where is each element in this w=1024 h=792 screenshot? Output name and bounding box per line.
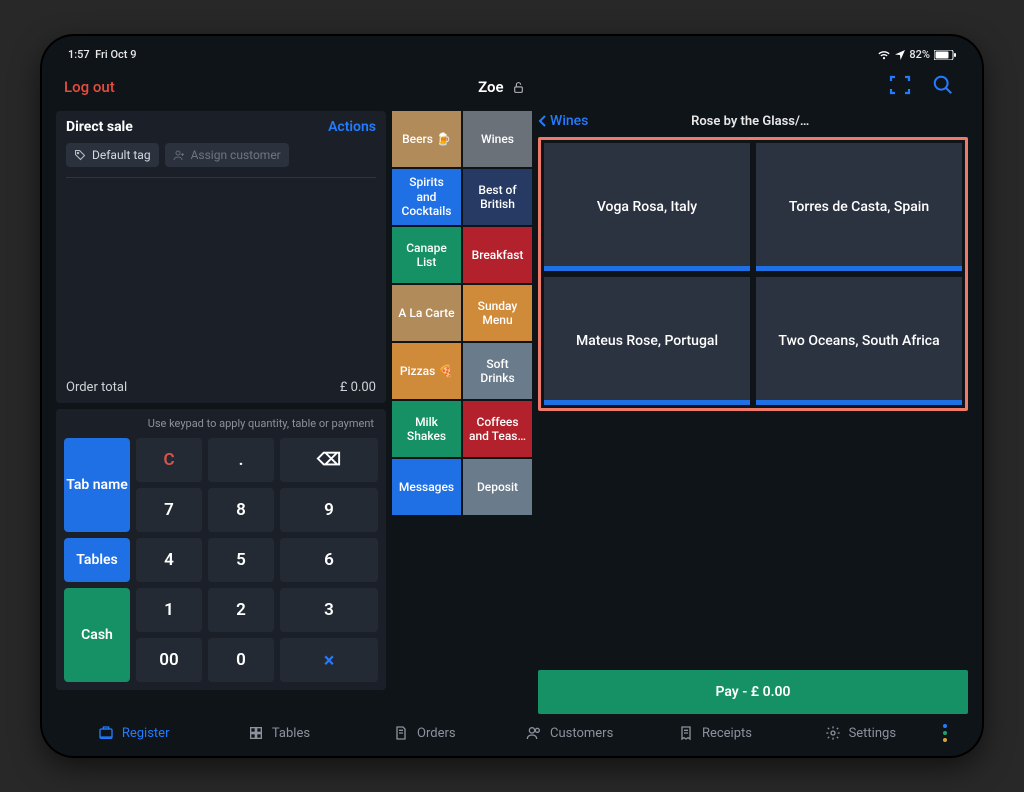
status-right: 82% (877, 48, 956, 61)
search-button[interactable] (932, 74, 954, 100)
key-1[interactable]: 1 (136, 588, 202, 632)
sale-title: Direct sale (66, 119, 133, 135)
key-00[interactable]: 00 (136, 638, 202, 682)
product-torres[interactable]: Torres de Casta, Spain (756, 143, 962, 271)
customers-icon (526, 725, 542, 741)
key-3[interactable]: 3 (280, 588, 378, 632)
dot-icon (943, 724, 947, 728)
nav-settings[interactable]: Settings (791, 725, 930, 741)
status-left: 1:57 Fri Oct 9 (68, 48, 136, 61)
tables-icon (248, 725, 264, 741)
nav-customers[interactable]: Customers (500, 725, 639, 741)
nav-register[interactable]: Register (64, 725, 203, 741)
cat-canape[interactable]: Canape List (392, 227, 461, 283)
dot-icon (943, 738, 947, 742)
order-total-label: Order total (66, 380, 127, 395)
nav-tables-label: Tables (272, 726, 310, 741)
cat-pizzas[interactable]: Pizzas 🍕 (392, 343, 461, 399)
gear-icon (825, 725, 841, 741)
nav-receipts[interactable]: Receipts (645, 725, 784, 741)
key-9[interactable]: 9 (280, 488, 378, 532)
bottom-nav: Register Tables Orders Customers Receipt… (56, 714, 968, 742)
cat-coffees[interactable]: Coffees and Teas… (463, 401, 532, 457)
key-6[interactable]: 6 (280, 538, 378, 582)
cat-wines[interactable]: Wines (463, 111, 532, 167)
logout-button[interactable]: Log out (64, 78, 115, 96)
battery-percent: 82% (909, 48, 930, 61)
register-icon (98, 725, 114, 741)
nav-settings-label: Settings (849, 726, 896, 741)
order-total-value: £ 0.00 (340, 380, 376, 395)
app-title: Zoe (478, 78, 524, 96)
pay-button[interactable]: Pay - £ 0.00 (538, 670, 968, 714)
dot-icon (943, 731, 947, 735)
product-mateus[interactable]: Mateus Rose, Portugal (544, 277, 750, 405)
status-time: 1:57 (68, 48, 90, 61)
sale-panel: Direct sale Actions Default tag Assign c… (56, 111, 386, 403)
cat-milkshakes[interactable]: Milk Shakes (392, 401, 461, 457)
orders-icon (393, 725, 409, 741)
cat-beers[interactable]: Beers 🍺 (392, 111, 461, 167)
key-cash[interactable]: Cash (64, 588, 130, 682)
key-8[interactable]: 8 (208, 488, 274, 532)
current-user: Zoe (478, 78, 503, 96)
breadcrumb: Wines Rose by the Glass/… (538, 111, 968, 131)
location-icon (895, 50, 905, 60)
key-dot[interactable]: . (208, 438, 274, 482)
scan-button[interactable] (888, 73, 912, 101)
receipts-icon (678, 725, 694, 741)
chevron-left-icon (538, 115, 546, 127)
key-tab-name[interactable]: Tab name (64, 438, 130, 532)
category-grid: Beers 🍺 Wines Spirits and Cocktails Best… (392, 111, 532, 714)
breadcrumb-back[interactable]: Wines (538, 113, 588, 129)
default-tag-label: Default tag (92, 148, 151, 162)
keypad-panel: Use keypad to apply quantity, table or p… (56, 409, 386, 690)
nav-receipts-label: Receipts (702, 726, 752, 741)
scan-icon (888, 73, 912, 97)
nav-more[interactable] (936, 724, 960, 742)
nav-orders[interactable]: Orders (355, 725, 494, 741)
product-frame: Voga Rosa, Italy Torres de Casta, Spain … (538, 137, 968, 411)
key-0[interactable]: 0 (208, 638, 274, 682)
cat-spirits[interactable]: Spirits and Cocktails (392, 169, 461, 225)
tag-icon (74, 149, 86, 161)
assign-customer-label: Assign customer (191, 148, 281, 162)
assign-customer-chip[interactable]: Assign customer (165, 143, 289, 167)
wifi-icon (877, 50, 891, 60)
key-4[interactable]: 4 (136, 538, 202, 582)
key-multiply[interactable]: × (280, 638, 378, 682)
lock-open-icon (512, 81, 525, 94)
nav-customers-label: Customers (550, 726, 613, 741)
status-bar: 1:57 Fri Oct 9 82% (56, 46, 968, 67)
sale-lines (66, 178, 376, 374)
cat-softdrinks[interactable]: Soft Drinks (463, 343, 532, 399)
breadcrumb-back-label: Wines (550, 113, 588, 129)
nav-register-label: Register (122, 726, 170, 741)
key-clear[interactable]: C (136, 438, 202, 482)
key-backspace[interactable]: ⌫ (280, 438, 378, 482)
key-tables[interactable]: Tables (64, 538, 130, 582)
key-2[interactable]: 2 (208, 588, 274, 632)
key-7[interactable]: 7 (136, 488, 202, 532)
cat-british[interactable]: Best of British (463, 169, 532, 225)
default-tag-chip[interactable]: Default tag (66, 143, 159, 167)
person-add-icon (173, 149, 185, 161)
cat-deposit[interactable]: Deposit (463, 459, 532, 515)
cat-alacarte[interactable]: A La Carte (392, 285, 461, 341)
key-5[interactable]: 5 (208, 538, 274, 582)
product-voga-rosa[interactable]: Voga Rosa, Italy (544, 143, 750, 271)
status-date: Fri Oct 9 (95, 48, 136, 61)
nav-orders-label: Orders (417, 726, 456, 741)
cat-messages[interactable]: Messages (392, 459, 461, 515)
cat-sunday[interactable]: Sunday Menu (463, 285, 532, 341)
battery-icon (934, 50, 956, 60)
cat-breakfast[interactable]: Breakfast (463, 227, 532, 283)
app-bar: Log out Zoe (56, 67, 968, 111)
keypad-hint: Use keypad to apply quantity, table or p… (64, 415, 378, 434)
nav-tables[interactable]: Tables (209, 725, 348, 741)
product-two-oceans[interactable]: Two Oceans, South Africa (756, 277, 962, 405)
search-icon (932, 74, 954, 96)
breadcrumb-title: Rose by the Glass/… (598, 114, 902, 129)
sale-actions-button[interactable]: Actions (328, 119, 376, 135)
